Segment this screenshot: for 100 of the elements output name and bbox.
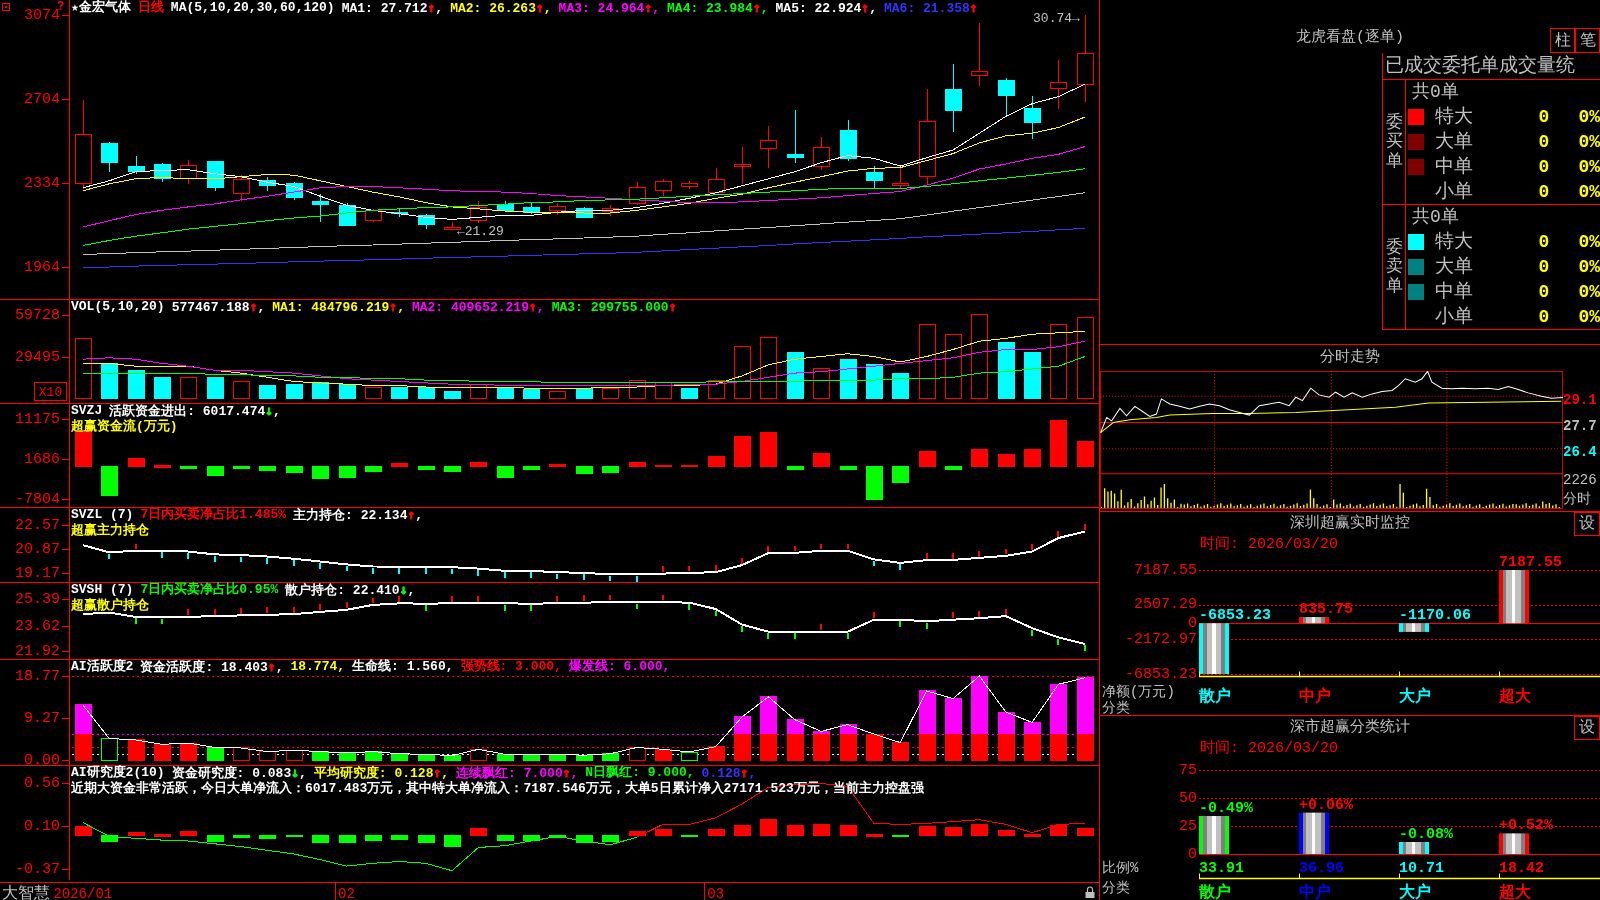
candle [365, 208, 382, 223]
legend-text: 活跃资金进出: 6017.474↓, [109, 404, 281, 419]
change-label: -0.49% [1199, 800, 1253, 817]
axis-title: 净额(万元) [1102, 684, 1175, 700]
axis-tick-label: 3074 [24, 6, 60, 24]
axis-tick-label: 75 [1179, 761, 1197, 779]
order-count: 0 [1538, 130, 1550, 154]
period-label: 分时 [1563, 490, 1591, 508]
indicator-caption: 超赢散户持仓 [71, 598, 149, 613]
legend-text: MA4: 23.984↑, [667, 1, 769, 16]
category-label: 中户 [1299, 884, 1331, 900]
bar-value-label: 18.42 [1499, 860, 1544, 877]
order-share: 0% [1578, 305, 1600, 329]
candle [892, 167, 909, 190]
axis-tick-label: 18.77 [15, 667, 60, 685]
bar-value-label: 36.96 [1299, 860, 1344, 877]
candle [259, 176, 276, 192]
legend-text: ★金宏气体 [71, 1, 131, 16]
legend-text: MA6: 21.358↑ [884, 1, 978, 16]
axis-tick-label: 19.17 [15, 565, 60, 582]
price-level-label: 26.4 [1563, 443, 1597, 462]
candle [233, 174, 250, 202]
axis-tick-label: 1686 [24, 451, 60, 469]
axis-date-label: 02 [338, 885, 355, 900]
order-size-label: 小单 [1435, 179, 1473, 204]
axis-tick-label: 50 [1179, 789, 1197, 807]
axis-tick-label: 0.56 [24, 775, 60, 793]
legend-text: AI活跃度2 [71, 660, 134, 675]
legend-text: 资金活跃度: 18.403↑, [140, 660, 284, 675]
view-toggle-button[interactable]: 笔 [1575, 28, 1600, 53]
legend-text: 资金研究度: 0.083↓, [171, 766, 307, 781]
bar-value-label: 835.75 [1299, 601, 1353, 619]
candle [549, 202, 566, 216]
candle [734, 146, 751, 185]
axis-tick-label: 0 [1188, 614, 1197, 632]
legend-text: MA1: 27.712↑, [341, 1, 444, 16]
legend-text: 生命线: 1.560, [352, 660, 454, 675]
legend-text: 连续飘红: 7.000↑, [456, 766, 579, 781]
legend-text: 577467.188↑, [171, 300, 266, 315]
candle [602, 204, 619, 217]
legend-text: MA2: 409652.219↑, [411, 300, 545, 315]
bar-value-label: 7187.55 [1499, 554, 1562, 571]
order-share: 0% [1578, 280, 1600, 304]
order-count: 0 [1538, 280, 1550, 304]
price-level-label: 27.7 [1563, 417, 1597, 436]
axis-tick-label: 59728 [15, 306, 60, 324]
legend-text: 爆发线: 6.000, [568, 660, 671, 675]
order-count: 0 [1538, 105, 1550, 129]
indicator-caption: 超赢主力持仓 [71, 523, 149, 538]
settings-button[interactable]: 设 [1574, 512, 1600, 536]
candle [787, 109, 804, 164]
order-count: 0 [1538, 155, 1550, 179]
settings-button[interactable]: 设 [1574, 716, 1600, 740]
legend-text: 7日内买卖净占比0.95% [140, 583, 279, 598]
legend-text: VOL(5,10,20) [71, 300, 165, 315]
candle [339, 202, 356, 227]
axis-tick-label: -2172.97 [1125, 630, 1197, 648]
candle [655, 178, 672, 197]
order-size-label: 大单 [1435, 254, 1473, 279]
axis-date-label: 2026/01 [53, 885, 113, 900]
price-annotation: ←21.29 [457, 223, 504, 239]
order-share: 0% [1578, 155, 1600, 179]
category-label: 超大 [1499, 688, 1531, 706]
axis-date-label: 03 [707, 885, 725, 900]
change-label: +0.06% [1299, 796, 1353, 814]
order-size-label: 中单 [1435, 279, 1473, 304]
axis-tick-label: 20.87 [15, 540, 60, 558]
order-size-label: 大单 [1435, 129, 1473, 154]
axis-tick-label: 22.57 [15, 516, 60, 534]
bar-value-label: -1170.06 [1399, 607, 1471, 625]
legend-text: SVSH (7) [71, 583, 134, 598]
axis-title: 分类 [1102, 880, 1130, 896]
candle [180, 159, 197, 185]
legend-text: 日线 [137, 1, 164, 16]
category-label: 散户 [1199, 884, 1231, 900]
legend-text: AI研究度2(10) [71, 766, 165, 781]
order-share: 0% [1578, 230, 1600, 254]
candle [576, 206, 593, 218]
order-count: 0 [1538, 255, 1550, 279]
order-count: 0 [1538, 230, 1550, 254]
time-label: 时间: 2026/03/20 [1200, 740, 1339, 757]
order-size-label: 小单 [1435, 304, 1473, 329]
legend-text: 7日内买卖净占比1.485% [140, 508, 287, 523]
view-toggle-button[interactable]: 柱 [1550, 28, 1575, 53]
price-annotation: 30.74→ [1033, 11, 1080, 27]
legend-text: 散户持仓: 22.410↓, [285, 583, 416, 598]
candle [523, 202, 540, 215]
help-mark[interactable]: ? [57, 0, 65, 14]
axis-tick-label: 11175 [15, 411, 60, 429]
legend-text: 0.128↑, [701, 766, 757, 781]
candle [128, 155, 145, 175]
panel-title: 龙虎看盘(逐单) [1296, 27, 1404, 48]
order-total: 共0单 [1412, 207, 1459, 227]
axis-tick-label: 25 [1179, 817, 1197, 835]
legend-text: 主力持仓: 22.134↑, [293, 508, 424, 523]
axis-tick-label: 2334 [24, 174, 60, 192]
candle [418, 213, 435, 230]
order-share: 0% [1578, 180, 1600, 204]
axis-tick-label: 2704 [24, 90, 60, 108]
axis-tick-label: 2507.29 [1134, 596, 1197, 614]
